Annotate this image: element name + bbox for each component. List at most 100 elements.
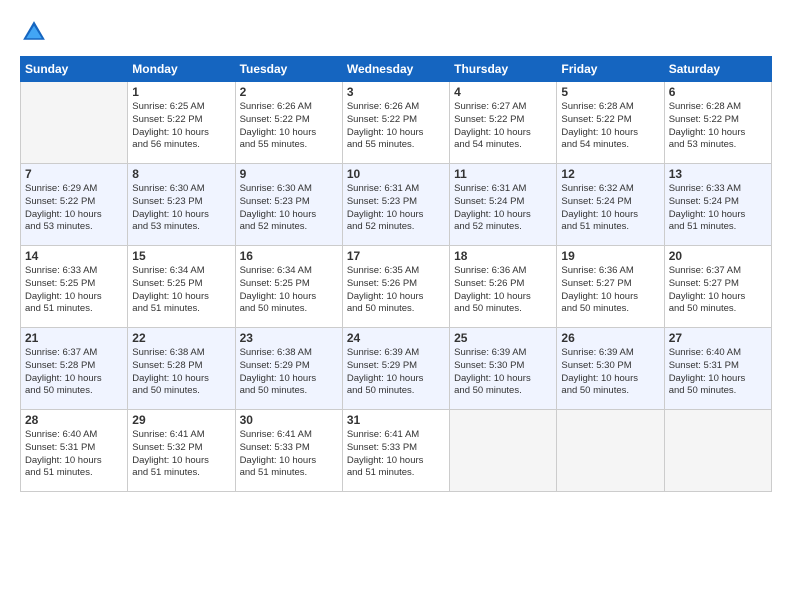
day-number: 19 (561, 249, 659, 263)
day-cell: 20 Sunrise: 6:37 AM Sunset: 5:27 PM Dayli… (664, 246, 771, 328)
day-number: 31 (347, 413, 445, 427)
day-number: 17 (347, 249, 445, 263)
day-cell: 2 Sunrise: 6:26 AM Sunset: 5:22 PM Daylig… (235, 82, 342, 164)
calendar-table: SundayMondayTuesdayWednesdayThursdayFrid… (20, 56, 772, 492)
day-cell: 21 Sunrise: 6:37 AM Sunset: 5:28 PM Dayli… (21, 328, 128, 410)
day-number: 29 (132, 413, 230, 427)
page: SundayMondayTuesdayWednesdayThursdayFrid… (0, 0, 792, 612)
day-info: Sunrise: 6:32 AM Sunset: 5:24 PM Dayligh… (561, 183, 659, 234)
day-cell: 24 Sunrise: 6:39 AM Sunset: 5:29 PM Dayli… (342, 328, 449, 410)
day-number: 23 (240, 331, 338, 345)
day-cell: 12 Sunrise: 6:32 AM Sunset: 5:24 PM Dayli… (557, 164, 664, 246)
day-cell: 23 Sunrise: 6:38 AM Sunset: 5:29 PM Dayli… (235, 328, 342, 410)
header-cell-sunday: Sunday (21, 57, 128, 82)
day-cell (21, 82, 128, 164)
day-cell (557, 410, 664, 492)
day-info: Sunrise: 6:37 AM Sunset: 5:27 PM Dayligh… (669, 265, 767, 316)
day-number: 15 (132, 249, 230, 263)
day-number: 21 (25, 331, 123, 345)
day-info: Sunrise: 6:41 AM Sunset: 5:33 PM Dayligh… (240, 429, 338, 480)
day-number: 9 (240, 167, 338, 181)
logo (20, 18, 52, 46)
day-cell: 15 Sunrise: 6:34 AM Sunset: 5:25 PM Dayli… (128, 246, 235, 328)
day-number: 30 (240, 413, 338, 427)
header-cell-thursday: Thursday (450, 57, 557, 82)
day-info: Sunrise: 6:29 AM Sunset: 5:22 PM Dayligh… (25, 183, 123, 234)
day-info: Sunrise: 6:39 AM Sunset: 5:29 PM Dayligh… (347, 347, 445, 398)
day-number: 26 (561, 331, 659, 345)
day-cell: 14 Sunrise: 6:33 AM Sunset: 5:25 PM Dayli… (21, 246, 128, 328)
day-info: Sunrise: 6:41 AM Sunset: 5:32 PM Dayligh… (132, 429, 230, 480)
day-cell: 8Sunrise: 6:30 AM Sunset: 5:23 PM Daylig… (128, 164, 235, 246)
day-info: Sunrise: 6:40 AM Sunset: 5:31 PM Dayligh… (25, 429, 123, 480)
day-cell (664, 410, 771, 492)
day-cell: 6 Sunrise: 6:28 AM Sunset: 5:22 PM Daylig… (664, 82, 771, 164)
header-cell-tuesday: Tuesday (235, 57, 342, 82)
day-number: 22 (132, 331, 230, 345)
day-number: 13 (669, 167, 767, 181)
week-row-3: 14 Sunrise: 6:33 AM Sunset: 5:25 PM Dayli… (21, 246, 772, 328)
day-cell: 9Sunrise: 6:30 AM Sunset: 5:23 PM Daylig… (235, 164, 342, 246)
day-cell: 28 Sunrise: 6:40 AM Sunset: 5:31 PM Dayli… (21, 410, 128, 492)
day-cell: 13 Sunrise: 6:33 AM Sunset: 5:24 PM Dayli… (664, 164, 771, 246)
day-number: 12 (561, 167, 659, 181)
day-cell: 10Sunrise: 6:31 AM Sunset: 5:23 PM Dayli… (342, 164, 449, 246)
day-cell: 11Sunrise: 6:31 AM Sunset: 5:24 PM Dayli… (450, 164, 557, 246)
day-number: 16 (240, 249, 338, 263)
day-number: 20 (669, 249, 767, 263)
day-number: 4 (454, 85, 552, 99)
header-row: SundayMondayTuesdayWednesdayThursdayFrid… (21, 57, 772, 82)
day-number: 2 (240, 85, 338, 99)
day-cell: 5Sunrise: 6:28 AM Sunset: 5:22 PM Daylig… (557, 82, 664, 164)
week-row-2: 7 Sunrise: 6:29 AM Sunset: 5:22 PM Daylig… (21, 164, 772, 246)
day-info: Sunrise: 6:30 AM Sunset: 5:23 PM Dayligh… (132, 183, 230, 234)
day-number: 14 (25, 249, 123, 263)
day-cell: 19Sunrise: 6:36 AM Sunset: 5:27 PM Dayli… (557, 246, 664, 328)
day-info: Sunrise: 6:33 AM Sunset: 5:24 PM Dayligh… (669, 183, 767, 234)
day-cell (450, 410, 557, 492)
day-info: Sunrise: 6:37 AM Sunset: 5:28 PM Dayligh… (25, 347, 123, 398)
day-number: 7 (25, 167, 123, 181)
day-info: Sunrise: 6:39 AM Sunset: 5:30 PM Dayligh… (454, 347, 552, 398)
day-cell: 18 Sunrise: 6:36 AM Sunset: 5:26 PM Dayli… (450, 246, 557, 328)
header-cell-wednesday: Wednesday (342, 57, 449, 82)
header-cell-monday: Monday (128, 57, 235, 82)
day-info: Sunrise: 6:33 AM Sunset: 5:25 PM Dayligh… (25, 265, 123, 316)
day-info: Sunrise: 6:28 AM Sunset: 5:22 PM Dayligh… (669, 101, 767, 152)
day-info: Sunrise: 6:41 AM Sunset: 5:33 PM Dayligh… (347, 429, 445, 480)
day-number: 18 (454, 249, 552, 263)
day-number: 3 (347, 85, 445, 99)
day-cell: 4Sunrise: 6:27 AM Sunset: 5:22 PM Daylig… (450, 82, 557, 164)
day-cell: 30 Sunrise: 6:41 AM Sunset: 5:33 PM Dayli… (235, 410, 342, 492)
week-row-1: 1 Sunrise: 6:25 AM Sunset: 5:22 PM Daylig… (21, 82, 772, 164)
day-info: Sunrise: 6:26 AM Sunset: 5:22 PM Dayligh… (240, 101, 338, 152)
logo-icon (20, 18, 48, 46)
day-number: 6 (669, 85, 767, 99)
day-cell: 22 Sunrise: 6:38 AM Sunset: 5:28 PM Dayli… (128, 328, 235, 410)
day-info: Sunrise: 6:26 AM Sunset: 5:22 PM Dayligh… (347, 101, 445, 152)
day-cell: 26 Sunrise: 6:39 AM Sunset: 5:30 PM Dayli… (557, 328, 664, 410)
header-cell-saturday: Saturday (664, 57, 771, 82)
day-info: Sunrise: 6:38 AM Sunset: 5:29 PM Dayligh… (240, 347, 338, 398)
day-cell: 1 Sunrise: 6:25 AM Sunset: 5:22 PM Daylig… (128, 82, 235, 164)
day-number: 25 (454, 331, 552, 345)
day-number: 1 (132, 85, 230, 99)
day-cell: 31 Sunrise: 6:41 AM Sunset: 5:33 PM Dayli… (342, 410, 449, 492)
day-cell: 7 Sunrise: 6:29 AM Sunset: 5:22 PM Daylig… (21, 164, 128, 246)
week-row-5: 28 Sunrise: 6:40 AM Sunset: 5:31 PM Dayli… (21, 410, 772, 492)
day-number: 11 (454, 167, 552, 181)
day-info: Sunrise: 6:25 AM Sunset: 5:22 PM Dayligh… (132, 101, 230, 152)
day-cell: 3 Sunrise: 6:26 AM Sunset: 5:22 PM Daylig… (342, 82, 449, 164)
header-cell-friday: Friday (557, 57, 664, 82)
day-info: Sunrise: 6:39 AM Sunset: 5:30 PM Dayligh… (561, 347, 659, 398)
day-info: Sunrise: 6:34 AM Sunset: 5:25 PM Dayligh… (240, 265, 338, 316)
day-cell: 17Sunrise: 6:35 AM Sunset: 5:26 PM Dayli… (342, 246, 449, 328)
week-row-4: 21 Sunrise: 6:37 AM Sunset: 5:28 PM Dayli… (21, 328, 772, 410)
day-info: Sunrise: 6:36 AM Sunset: 5:26 PM Dayligh… (454, 265, 552, 316)
day-number: 24 (347, 331, 445, 345)
day-number: 5 (561, 85, 659, 99)
day-info: Sunrise: 6:38 AM Sunset: 5:28 PM Dayligh… (132, 347, 230, 398)
day-info: Sunrise: 6:34 AM Sunset: 5:25 PM Dayligh… (132, 265, 230, 316)
header (20, 18, 772, 46)
day-number: 28 (25, 413, 123, 427)
